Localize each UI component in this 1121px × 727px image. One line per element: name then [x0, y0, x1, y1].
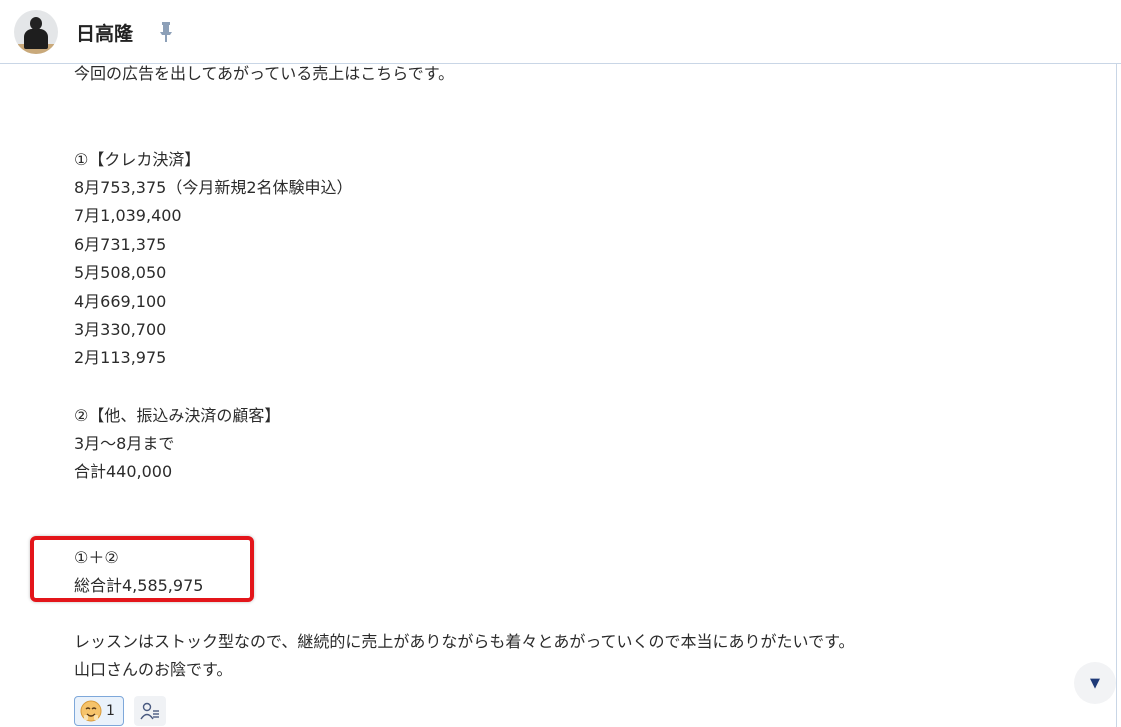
message-line: ①【クレカ決済】 [74, 150, 201, 169]
reaction-button[interactable]: 1 [74, 696, 124, 726]
pin-icon[interactable] [157, 21, 175, 43]
message-line: レッスンはストック型なので、継続的に売上がありながらも着々とあがっていくので本当… [74, 632, 855, 651]
message-line: 山口さんのお陰です。 [74, 660, 233, 679]
message-line: 3月〜8月まで [74, 434, 175, 453]
message-line: 4月669,100 [74, 292, 167, 311]
message-line: 8月753,375（今月新規2名体験申込） [74, 178, 353, 197]
scroll-down-button[interactable]: ▼ [1074, 662, 1116, 704]
thankful-face-icon [80, 700, 102, 722]
message-line: 合計440,000 [74, 462, 173, 481]
panel-divider [1116, 64, 1117, 727]
total-highlight-box [30, 536, 254, 602]
chat-header: 日高隆 [0, 0, 1121, 64]
message-line: ②【他、振込み決済の顧客】 [74, 406, 281, 425]
message-line: 3月330,700 [74, 320, 167, 339]
reaction-count: 1 [106, 703, 115, 719]
message-line: 2月113,975 [74, 348, 167, 367]
sender-name[interactable]: 日高隆 [76, 19, 133, 46]
message-line: 5月508,050 [74, 263, 167, 282]
scroll-down-icon: ▼ [1090, 675, 1100, 691]
avatar[interactable] [14, 10, 58, 54]
message-line: 6月731,375 [74, 235, 167, 254]
message-line: 今回の広告を出してあがっている売上はこちらです。 [74, 64, 455, 83]
message-line: 7月1,039,400 [74, 206, 182, 225]
read-users-icon [140, 702, 159, 720]
read-users-button[interactable] [134, 696, 166, 726]
